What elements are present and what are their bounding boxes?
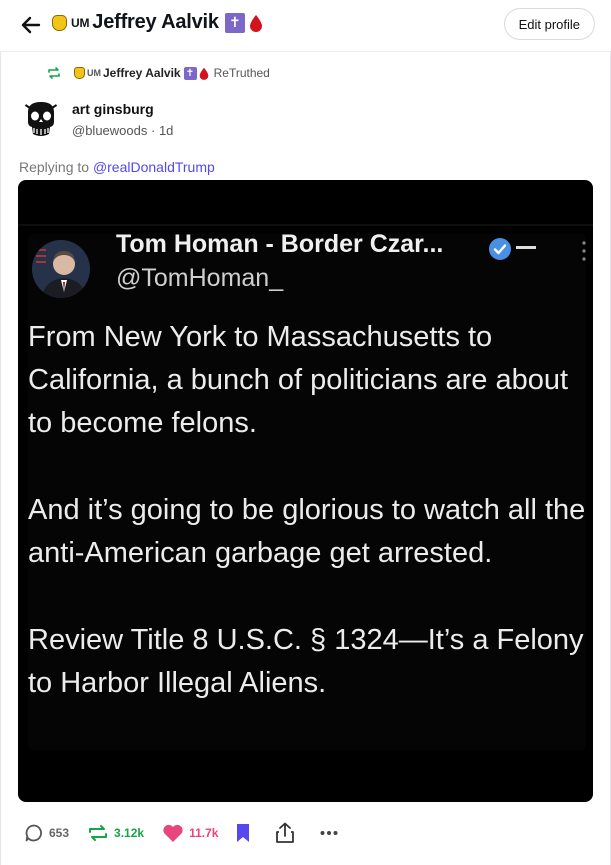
replying-to-link[interactable]: @realDonaldTrump <box>93 159 215 175</box>
verified-icon <box>489 238 511 260</box>
more-icon <box>320 831 338 835</box>
page-title: UM Jeffrey Aalvik ✝ <box>52 11 263 34</box>
heart-icon <box>163 824 183 842</box>
cross-icon: ✝ <box>224 12 245 33</box>
post-media[interactable]: Tom Homan - Border Czar... @TomHoman_ Fr… <box>18 180 593 802</box>
profile-header: UM Jeffrey Aalvik ✝ Edit profile <box>0 0 611 52</box>
cross-icon: ✝ <box>183 66 197 80</box>
tweet-paragraph: Review Title 8 U.S.C. § 1324—It’s a Felo… <box>28 624 584 699</box>
share-button[interactable] <box>275 822 300 844</box>
tweet-more-icon <box>582 241 586 261</box>
tweet-display-name: Tom Homan - Border Czar... <box>116 230 444 258</box>
post-age[interactable]: 1d <box>159 123 173 138</box>
author-avatar[interactable] <box>20 98 62 140</box>
replying-prefix: Replying to <box>19 159 90 175</box>
person-photo-icon <box>32 240 90 298</box>
reply-icon <box>25 824 42 842</box>
title-text: Jeffrey Aalvik <box>92 11 219 33</box>
back-arrow-icon <box>21 16 41 34</box>
retruth-icon <box>89 825 108 841</box>
blood-drop-icon <box>199 67 208 80</box>
reply-count: 653 <box>49 826 70 840</box>
media-divider <box>18 224 593 226</box>
meta-separator: · <box>150 123 156 138</box>
fist-icon <box>52 14 67 31</box>
skull-logo-icon <box>20 98 62 140</box>
fist-icon <box>74 67 85 79</box>
edit-profile-button[interactable]: Edit profile <box>503 8 595 40</box>
author-handle[interactable]: @bluewoods <box>72 123 147 138</box>
tweet-paragraph: And it’s going to be glorious to watch a… <box>28 494 586 569</box>
tweet-author-avatar <box>32 240 90 298</box>
reply-button[interactable]: 653 <box>24 823 69 843</box>
author-meta: @bluewoods · 1d <box>72 123 173 138</box>
tweet-body: From New York to Massachusetts to Califo… <box>28 316 593 705</box>
retruth-row: UM Jeffrey Aalvik ✝ ReTruthed <box>46 66 270 80</box>
retruth-count: 3.12k <box>114 826 145 840</box>
back-button[interactable] <box>18 12 44 38</box>
like-button[interactable]: 11.7k <box>162 823 218 843</box>
like-count: 11.7k <box>189 826 219 840</box>
bookmark-button[interactable] <box>235 823 256 843</box>
tweet-paragraph: From New York to Massachusetts to Califo… <box>28 321 569 439</box>
retruth-icon <box>48 67 60 79</box>
bookmark-icon <box>237 824 250 842</box>
share-icon <box>276 822 295 843</box>
title-badge: UM <box>71 15 90 30</box>
more-options-button[interactable] <box>320 830 343 836</box>
retruth-button[interactable]: 3.12k <box>87 824 144 842</box>
blood-drop-icon <box>249 14 262 32</box>
retruth-verb: ReTruthed <box>213 66 270 80</box>
post-actions: 653 3.12k 11.7k <box>24 819 343 847</box>
author-name[interactable]: art ginsburg <box>72 101 154 117</box>
tweet-affiliation-icon <box>516 246 536 249</box>
tweet-handle: @TomHoman_ <box>116 264 284 292</box>
replying-to: Replying to @realDonaldTrump <box>19 159 215 175</box>
retruth-badge: UM <box>87 68 101 78</box>
retruth-user-name[interactable]: Jeffrey Aalvik <box>103 66 181 80</box>
